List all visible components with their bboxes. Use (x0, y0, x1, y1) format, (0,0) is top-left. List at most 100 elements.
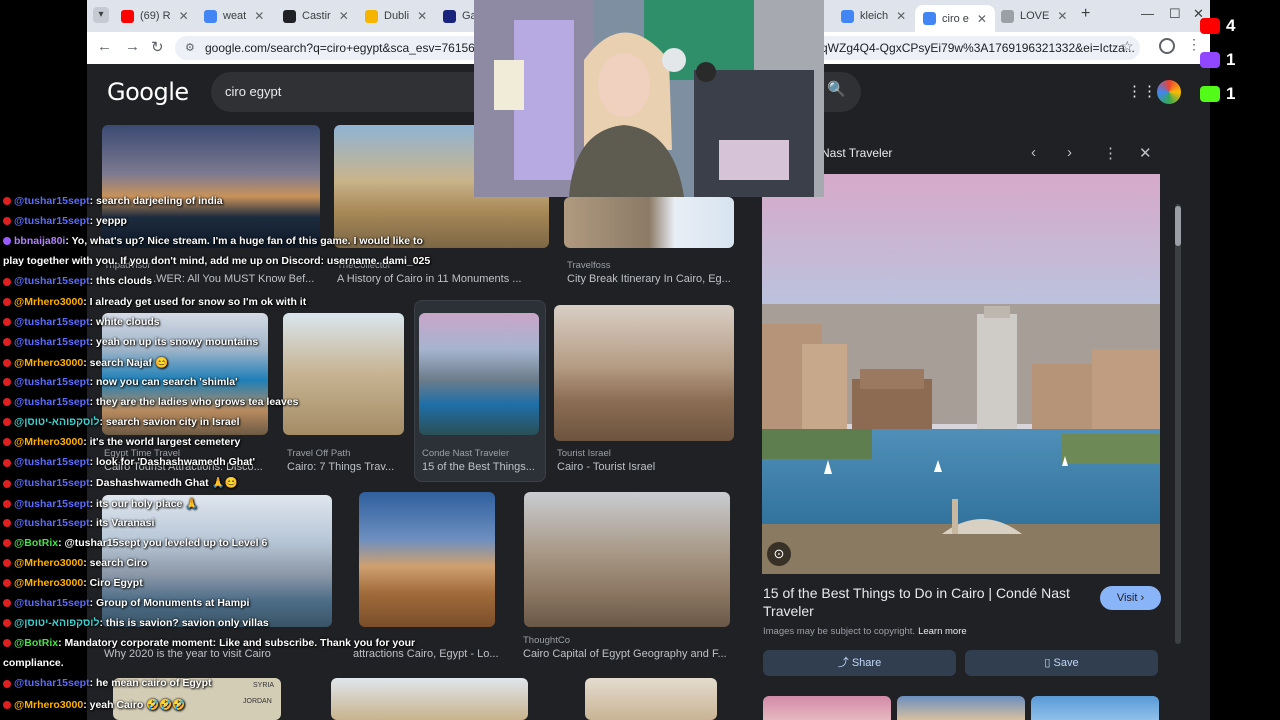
preview-title[interactable]: 15 of the Best Things to Do in Cairo | C… (763, 584, 1083, 620)
twitch-icon (1200, 52, 1220, 68)
chat-message: @tushar15sept: he mean cairo of Egypt (3, 677, 212, 689)
result-image[interactable] (564, 197, 734, 248)
stream-chat: @tushar15sept: search darjeeling of indi… (0, 190, 460, 720)
youtube-icon (1200, 18, 1220, 34)
preview-image[interactable] (762, 174, 1160, 574)
search-icon[interactable]: 🔍 (827, 80, 846, 98)
back-icon[interactable]: ← (97, 38, 112, 55)
scrollbar[interactable] (1175, 204, 1181, 644)
result-caption[interactable]: Cairo Capital of Egypt Geography and F..… (523, 648, 733, 660)
result-image[interactable] (554, 305, 734, 441)
close-tab-icon[interactable]: ✕ (1057, 9, 1067, 23)
chat-username: @tushar15sept (14, 335, 90, 348)
more-options-icon[interactable]: ⋮ (1103, 144, 1118, 162)
chat-username: @Mrhero3000 (14, 356, 84, 369)
chat-message: @tushar15sept: Dashashwamedh Ghat 🙏😊 (3, 476, 238, 489)
webcam-overlay (474, 0, 824, 197)
platform-badge-icon (3, 418, 11, 427)
chat-message: @לוסקפוהא-יטוסן: search savion city in I… (3, 416, 240, 428)
chat-text: : I already get used for snow so I'm ok … (83, 295, 307, 308)
related-image[interactable] (763, 696, 891, 720)
chat-username: @tushar15sept (14, 275, 90, 288)
close-tab-icon[interactable]: ✕ (977, 12, 987, 26)
related-image[interactable] (897, 696, 1025, 720)
chat-message: @לוסקפוהא-יטוסן: this is savion? savion … (3, 617, 269, 629)
chat-message: @tushar15sept: its Varanasi (3, 517, 154, 529)
platform-badge-icon (3, 217, 11, 226)
chat-text: : search savion city in Israel (99, 416, 240, 429)
browser-menu-icon[interactable]: ⋮ (1187, 36, 1201, 53)
lens-icon[interactable]: ⊙ (767, 542, 791, 566)
tab-dublin[interactable]: Dubli ✕ (365, 5, 445, 27)
close-tab-icon[interactable]: ✕ (896, 9, 906, 23)
platform-badge-icon (3, 277, 11, 286)
chat-username: @BotRix (14, 637, 59, 650)
tab-love[interactable]: LOVE ✕ (1001, 5, 1073, 27)
platform-badge-icon (3, 538, 11, 547)
chat-text: : he mean cairo of Egypt (89, 677, 212, 690)
chat-text: : look for 'Dashashwamedh Ghat' (89, 456, 256, 469)
minimize-icon[interactable]: — (1141, 6, 1154, 21)
platform-badge-icon (3, 317, 11, 326)
result-caption[interactable]: Cairo - Tourist Israel (557, 461, 727, 473)
platform-badge-icon (3, 297, 11, 306)
save-button[interactable]: ▯ Save (965, 650, 1158, 676)
result-image[interactable] (585, 678, 717, 720)
twitch-viewers: 1 (1200, 50, 1235, 70)
site-icon (443, 9, 456, 23)
visit-button[interactable]: Visit › (1100, 586, 1161, 610)
site-info-icon[interactable]: ⚙ (185, 36, 195, 60)
chat-message: @tushar15sept: white clouds (3, 316, 160, 328)
platform-badge-icon (3, 359, 11, 368)
share-button[interactable]: ⤴ Share (763, 650, 956, 676)
close-tab-icon[interactable]: ✕ (417, 9, 427, 23)
tab-search-icon[interactable]: ▾ (93, 7, 109, 23)
profile-icon[interactable] (1159, 38, 1175, 54)
bookmark-star-icon[interactable]: ☆ (1121, 38, 1134, 55)
chat-username: @tushar15sept (14, 516, 90, 529)
chat-message: @tushar15sept: yeah on up its snowy moun… (3, 336, 258, 348)
avatar[interactable] (1157, 80, 1181, 104)
chat-text: : this is savion? savion only villas (99, 617, 269, 630)
platform-badge-icon (3, 458, 11, 467)
chat-username: @Mrhero3000 (14, 295, 84, 308)
tab-youtube[interactable]: (69) R ✕ (121, 5, 201, 27)
chat-message: @tushar15sept: Group of Monuments at Ham… (3, 597, 249, 609)
result-caption[interactable]: City Break Itinerary In Cairo, Eg... (567, 273, 737, 285)
scrollbar-thumb[interactable] (1175, 206, 1181, 246)
copyright-notice: Images may be subject to copyright. Learn… (763, 626, 967, 637)
google-logo[interactable]: Google (107, 78, 189, 106)
google-icon (204, 9, 217, 23)
chat-text: : search Ciro (83, 556, 148, 569)
tab-weather[interactable]: weat ✕ (204, 5, 282, 27)
tab-ciro-egypt[interactable]: ciro e ✕ (915, 5, 995, 32)
chat-text: compliance. (3, 657, 64, 670)
forward-icon[interactable]: → (125, 38, 140, 55)
platform-badge-icon (3, 579, 11, 588)
platform-badge-icon (3, 438, 11, 447)
chat-username: bbnaija80i (14, 235, 66, 248)
learn-more-link[interactable]: Learn more (918, 626, 967, 637)
tab-casting[interactable]: Castir ✕ (283, 5, 363, 27)
maximize-icon[interactable]: ☐ (1169, 6, 1181, 22)
next-icon[interactable]: › (1067, 144, 1072, 161)
close-tab-icon[interactable]: ✕ (179, 9, 189, 23)
chat-text: : Dashashwamedh Ghat 🙏😊 (89, 477, 238, 490)
chat-message: @Mrhero3000: search Ciro (3, 557, 147, 569)
close-tab-icon[interactable]: ✕ (339, 9, 349, 23)
new-tab-icon[interactable]: + (1081, 5, 1090, 23)
chat-text: : white clouds (89, 315, 160, 328)
chat-username: @Mrhero3000 (14, 698, 84, 711)
chat-username: @tushar15sept (14, 215, 90, 228)
previous-icon[interactable]: ‹ (1031, 144, 1036, 161)
chat-username: @Mrhero3000 (14, 576, 84, 589)
close-tab-icon[interactable]: ✕ (254, 9, 264, 23)
related-image[interactable] (1031, 696, 1159, 720)
close-icon[interactable]: ✕ (1139, 144, 1152, 162)
result-image[interactable] (524, 492, 730, 627)
chat-username: @BotRix (14, 536, 59, 549)
tab-kleich[interactable]: kleich ✕ (841, 5, 917, 27)
result-source: Travelfoss (567, 260, 611, 271)
chat-text: : search Najaf 😊 (83, 356, 169, 369)
reload-icon[interactable]: ↻ (151, 38, 164, 56)
